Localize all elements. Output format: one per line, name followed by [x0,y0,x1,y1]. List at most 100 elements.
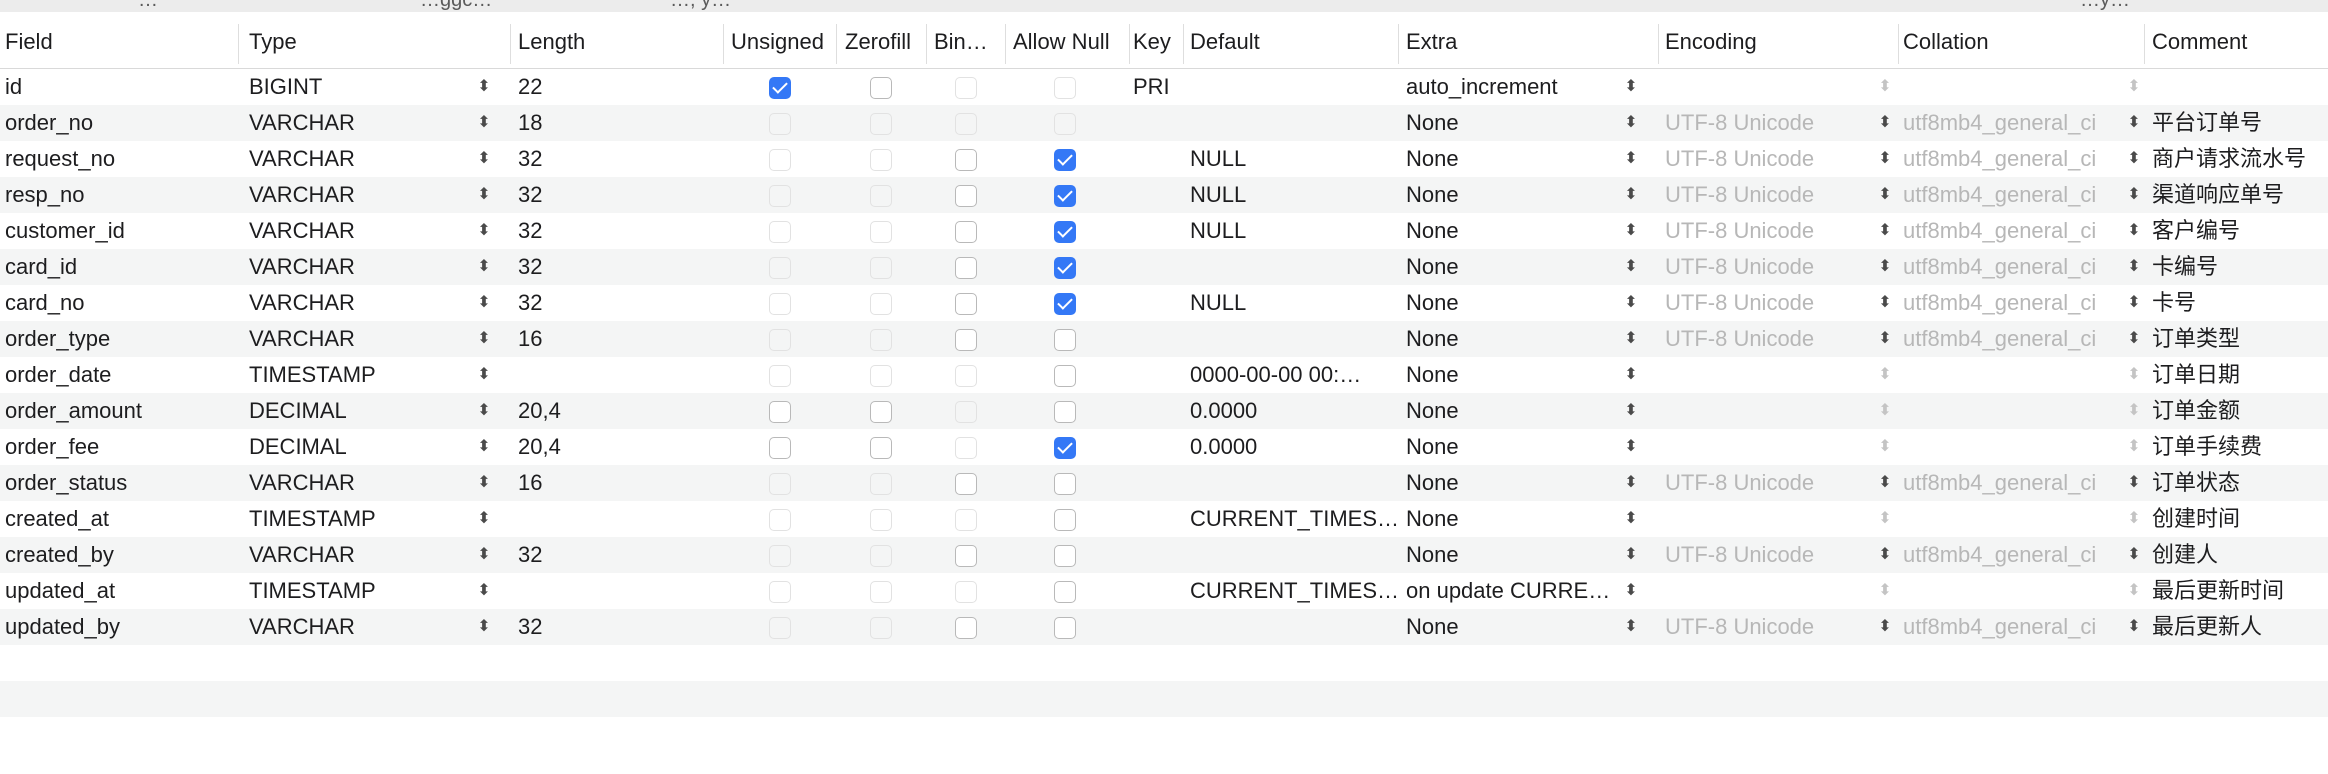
comment-cell[interactable] [2147,69,2328,105]
allow-null-checkbox[interactable] [1054,221,1076,243]
collation-select-stepper-icon[interactable]: ⬍ [2126,141,2142,177]
column-header-field[interactable]: Field [0,12,238,68]
extra-select-stepper-icon[interactable]: ⬍ [1623,177,1639,213]
length-cell[interactable]: 32 [513,177,723,213]
extra-select-stepper-icon[interactable]: ⬍ [1623,573,1639,609]
extra-select-stepper-icon[interactable]: ⬍ [1623,105,1639,141]
comment-cell[interactable]: 商户请求流水号 [2147,141,2328,177]
default-cell[interactable]: NULL [1185,141,1398,177]
encoding-cell[interactable]: UTF-8 Unicode [1660,321,1880,357]
collation-cell[interactable]: utf8mb4_general_ci [1898,537,2120,573]
allow-null-checkbox[interactable] [1054,329,1076,351]
type-select-stepper-icon[interactable]: ⬍ [476,393,492,429]
allow-null-checkbox[interactable] [1054,617,1076,639]
collation-cell[interactable]: utf8mb4_general_ci [1898,141,2120,177]
table-row[interactable]: order_fee DECIMAL ⬍ 20,4 0.0000 None ⬍ ⬍ ⬍ 订单手续费 [0,429,2328,465]
encoding-cell[interactable] [1660,573,1880,609]
encoding-cell[interactable] [1660,501,1880,537]
comment-cell[interactable]: 渠道响应单号 [2147,177,2328,213]
type-select-stepper-icon[interactable]: ⬍ [476,465,492,501]
field-cell[interactable]: order_fee [0,429,238,465]
collation-select-stepper-icon[interactable]: ⬍ [2126,285,2142,321]
type-select-stepper-icon[interactable]: ⬍ [476,537,492,573]
encoding-select-stepper-icon[interactable]: ⬍ [1877,537,1893,573]
encoding-cell[interactable]: UTF-8 Unicode [1660,537,1880,573]
encoding-select-stepper-icon[interactable]: ⬍ [1877,249,1893,285]
collation-cell[interactable] [1898,573,2120,609]
type-cell[interactable]: VARCHAR [244,609,474,645]
collation-cell[interactable]: utf8mb4_general_ci [1898,285,2120,321]
extra-cell[interactable]: None [1401,213,1623,249]
encoding-select-stepper-icon[interactable]: ⬍ [1877,573,1893,609]
default-cell[interactable]: NULL [1185,177,1398,213]
type-select-stepper-icon[interactable]: ⬍ [476,141,492,177]
extra-select-stepper-icon[interactable]: ⬍ [1623,69,1639,105]
comment-cell[interactable]: 创建时间 [2147,501,2328,537]
length-cell[interactable]: 32 [513,285,723,321]
extra-cell[interactable]: None [1401,609,1623,645]
extra-cell[interactable]: None [1401,249,1623,285]
collation-cell[interactable]: utf8mb4_general_ci [1898,465,2120,501]
default-cell[interactable]: NULL [1185,213,1398,249]
type-cell[interactable]: VARCHAR [244,141,474,177]
extra-select-stepper-icon[interactable]: ⬍ [1623,357,1639,393]
encoding-select-stepper-icon[interactable]: ⬍ [1877,105,1893,141]
allow-null-checkbox[interactable] [1054,437,1076,459]
binary-checkbox[interactable] [955,617,977,639]
type-cell[interactable]: DECIMAL [244,429,474,465]
collation-select-stepper-icon[interactable]: ⬍ [2126,357,2142,393]
field-cell[interactable]: order_date [0,357,238,393]
key-cell[interactable] [1128,501,1184,537]
type-cell[interactable]: VARCHAR [244,537,474,573]
table-row[interactable]: order_date TIMESTAMP ⬍ 0000-00-00 00:… None ⬍… [0,357,2328,393]
column-header-key[interactable]: Key [1128,12,1184,68]
allow-null-checkbox[interactable] [1054,185,1076,207]
length-cell[interactable]: 16 [513,321,723,357]
encoding-select-stepper-icon[interactable]: ⬍ [1877,465,1893,501]
extra-cell[interactable]: None [1401,105,1623,141]
length-cell[interactable]: 22 [513,69,723,105]
table-row[interactable]: request_no VARCHAR ⬍ 32 NULL None ⬍ UTF-8 Unico… [0,141,2328,177]
encoding-cell[interactable]: UTF-8 Unicode [1660,249,1880,285]
zerofill-checkbox[interactable] [870,77,892,99]
extra-select-stepper-icon[interactable]: ⬍ [1623,465,1639,501]
encoding-cell[interactable] [1660,357,1880,393]
allow-null-checkbox[interactable] [1054,581,1076,603]
key-cell[interactable] [1128,537,1184,573]
collation-select-stepper-icon[interactable]: ⬍ [2126,501,2142,537]
zerofill-checkbox[interactable] [870,401,892,423]
length-cell[interactable] [513,501,723,537]
default-cell[interactable] [1185,321,1398,357]
extra-select-stepper-icon[interactable]: ⬍ [1623,249,1639,285]
length-cell[interactable]: 32 [513,213,723,249]
column-header-type[interactable]: Type [244,12,510,68]
default-cell[interactable] [1185,609,1398,645]
length-cell[interactable]: 20,4 [513,429,723,465]
type-cell[interactable]: VARCHAR [244,285,474,321]
key-cell[interactable] [1128,321,1184,357]
key-cell[interactable] [1128,213,1184,249]
table-row[interactable]: order_no VARCHAR ⬍ 18 None ⬍ UTF-8 Unicode ⬍ utf… [0,105,2328,141]
table-row[interactable]: customer_id VARCHAR ⬍ 32 NULL None ⬍ UTF-8 Unic… [0,213,2328,249]
key-cell[interactable] [1128,285,1184,321]
field-cell[interactable]: created_by [0,537,238,573]
allow-null-checkbox[interactable] [1054,401,1076,423]
extra-cell[interactable]: None [1401,321,1623,357]
extra-cell[interactable]: None [1401,465,1623,501]
collation-select-stepper-icon[interactable]: ⬍ [2126,213,2142,249]
extra-select-stepper-icon[interactable]: ⬍ [1623,501,1639,537]
type-select-stepper-icon[interactable]: ⬍ [476,213,492,249]
binary-checkbox[interactable] [955,545,977,567]
encoding-cell[interactable] [1660,69,1880,105]
encoding-select-stepper-icon[interactable]: ⬍ [1877,429,1893,465]
key-cell[interactable] [1128,573,1184,609]
column-header-length[interactable]: Length [513,12,723,68]
comment-cell[interactable]: 客户编号 [2147,213,2328,249]
collation-select-stepper-icon[interactable]: ⬍ [2126,393,2142,429]
type-select-stepper-icon[interactable]: ⬍ [476,105,492,141]
encoding-cell[interactable]: UTF-8 Unicode [1660,285,1880,321]
extra-select-stepper-icon[interactable]: ⬍ [1623,213,1639,249]
comment-cell[interactable]: 订单日期 [2147,357,2328,393]
table-row[interactable]: card_id VARCHAR ⬍ 32 None ⬍ UTF-8 Unicode ⬍ utf8… [0,249,2328,285]
length-cell[interactable]: 16 [513,465,723,501]
